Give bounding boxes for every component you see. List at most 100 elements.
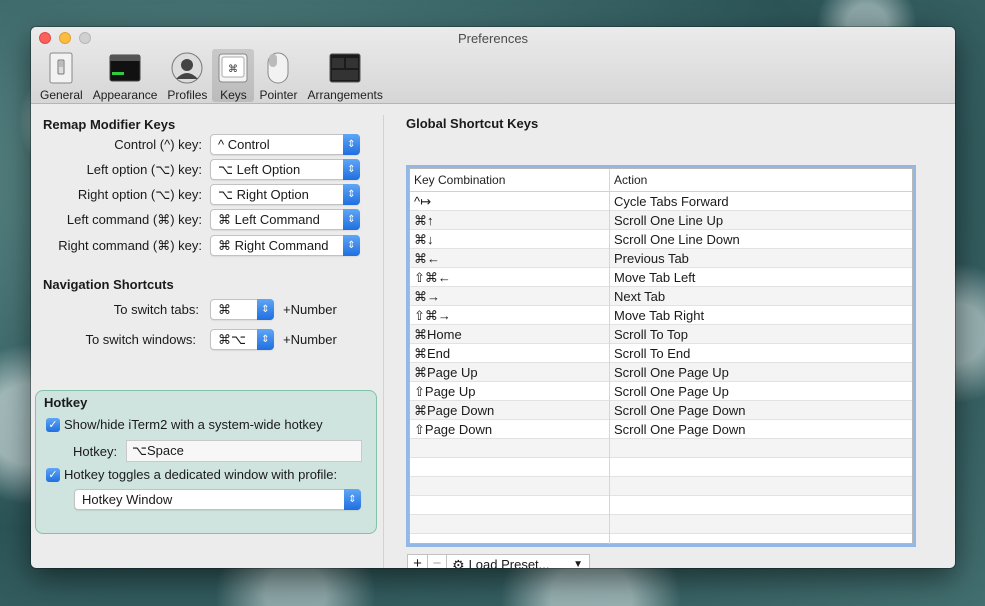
hotkey-group: Hotkey ✓ Show/hide iTerm2 with a system-…	[35, 390, 377, 534]
key-combination-cell: ⇧Page Down	[410, 420, 610, 439]
table-row[interactable]: ⌘Page Up Scroll One Page Up	[410, 363, 912, 382]
global-shortcuts-title: Global Shortcut Keys	[406, 116, 539, 131]
switch-windows-popup[interactable]: ⌘⌥ ⇕	[210, 329, 274, 350]
table-row[interactable]: ^↦ Cycle Tabs Forward	[410, 192, 912, 211]
switch-windows-suffix: +Number	[283, 332, 337, 347]
remap-section-title: Remap Modifier Keys	[43, 117, 176, 132]
table-row[interactable]: ⌘↑ Scroll One Line Up	[410, 211, 912, 230]
table-row-empty	[410, 477, 912, 496]
tab-profiles[interactable]: Profiles	[162, 49, 212, 102]
control-key-popup[interactable]: ^ Control ⇕	[210, 134, 360, 155]
action-cell: Scroll One Page Up	[614, 365, 729, 380]
hotkey-section-title: Hotkey	[44, 395, 88, 410]
chevron-updown-icon: ⇕	[343, 235, 360, 256]
action-cell: Cycle Tabs Forward	[614, 194, 729, 209]
table-row-empty	[410, 496, 912, 515]
left-command-key-popup[interactable]: ⌘ Left Command ⇕	[210, 209, 360, 230]
right-command-key-value: ⌘ Right Command	[218, 238, 329, 253]
chevron-updown-icon: ⇕	[343, 159, 360, 180]
action-cell: Scroll To End	[614, 346, 691, 361]
key-combination-cell: ⇧⌘←	[410, 268, 610, 287]
switch-tabs-label: To switch tabs:	[113, 302, 199, 317]
global-shortcuts-table[interactable]: Key Combination Action ^↦ Cycle Tabs Forw…	[406, 165, 916, 547]
key-combination-cell: ⌘End	[410, 344, 610, 363]
tab-keys[interactable]: ⌘ Keys	[212, 49, 255, 102]
dedicated-window-label: Hotkey toggles a dedicated window with p…	[64, 467, 338, 482]
chevron-updown-icon: ⇕	[343, 184, 360, 205]
key-combination-cell: ^↦	[410, 192, 610, 211]
right-option-key-popup[interactable]: ⌥ Right Option ⇕	[210, 184, 360, 205]
right-command-key-popup[interactable]: ⌘ Right Command ⇕	[210, 235, 360, 256]
remove-shortcut-button[interactable]: −	[427, 554, 447, 568]
left-command-key-value: ⌘ Left Command	[218, 212, 320, 227]
hotkey-recorder-field[interactable]: ⌥Space	[126, 440, 362, 462]
table-row[interactable]: ⌘← Previous Tab	[410, 249, 912, 268]
table-row[interactable]: ⌘Page Down Scroll One Page Down	[410, 401, 912, 420]
tab-arrangements-label: Arrangements	[307, 88, 383, 102]
tab-appearance[interactable]: Appearance	[88, 49, 163, 102]
action-cell	[610, 496, 912, 515]
hotkey-profile-popup[interactable]: Hotkey Window ⇕	[74, 489, 361, 510]
column-header-key-combination[interactable]: Key Combination	[410, 169, 610, 192]
switch-icon	[45, 52, 77, 84]
show-hide-checkbox[interactable]: ✓	[46, 418, 60, 432]
tab-keys-label: Keys	[220, 88, 247, 102]
load-preset-label: Load Preset...	[468, 556, 550, 569]
column-header-action[interactable]: Action	[610, 169, 912, 192]
key-combination-cell: ⌘←	[410, 249, 610, 268]
dedicated-window-checkbox[interactable]: ✓	[46, 468, 60, 482]
left-option-key-popup[interactable]: ⌥ Left Option ⇕	[210, 159, 360, 180]
window-icon	[109, 52, 141, 84]
key-combination-cell	[410, 515, 610, 534]
action-cell: Scroll To Top	[614, 327, 688, 342]
titlebar: Preferences General Appearance Profiles	[31, 27, 955, 104]
chevron-down-icon: ▼	[573, 558, 583, 569]
pane-divider	[383, 115, 384, 568]
table-row[interactable]: ⇧Page Up Scroll One Page Up	[410, 382, 912, 401]
switch-windows-value: ⌘⌥	[218, 332, 246, 347]
key-combination-cell: ⌘→	[410, 287, 610, 306]
control-key-value: ^ Control	[218, 137, 270, 152]
tab-profiles-label: Profiles	[167, 88, 208, 102]
gear-icon: ⚙	[452, 556, 465, 569]
hotkey-field-label: Hotkey:	[73, 444, 118, 459]
key-combination-cell	[410, 458, 610, 477]
tab-arrangements[interactable]: Arrangements	[302, 49, 387, 102]
key-combination-cell	[410, 439, 610, 458]
action-cell	[610, 477, 912, 496]
chevron-updown-icon: ⇕	[257, 329, 274, 350]
add-shortcut-button[interactable]: +	[407, 554, 428, 568]
switch-tabs-popup[interactable]: ⌘ ⇕	[210, 299, 274, 320]
tab-general[interactable]: General	[35, 49, 88, 102]
action-cell: Next Tab	[614, 289, 666, 304]
switch-tabs-suffix: +Number	[283, 302, 337, 317]
right-option-key-value: ⌥ Right Option	[218, 187, 309, 202]
key-combination-cell	[410, 477, 610, 496]
key-combination-cell: ⌘↓	[410, 230, 610, 249]
table-row[interactable]: ⌘→ Next Tab	[410, 287, 912, 306]
svg-text:⌘: ⌘	[228, 64, 238, 75]
table-row[interactable]: ⇧⌘← Move Tab Left	[410, 268, 912, 287]
key-combination-cell: ⌘Page Up	[410, 363, 610, 382]
table-row[interactable]: ⌘Home Scroll To Top	[410, 325, 912, 344]
left-option-key-label: Left option (⌥) key:	[86, 162, 202, 177]
window-title: Preferences	[457, 31, 529, 46]
show-hide-label: Show/hide iTerm2 with a system-wide hotk…	[64, 417, 323, 432]
key-combination-cell: ⌘Home	[410, 325, 610, 344]
table-row[interactable]: ⌘End Scroll To End	[410, 344, 912, 363]
control-key-label: Control (^) key:	[114, 137, 202, 152]
tab-pointer-label: Pointer	[259, 88, 298, 102]
key-combination-cell	[410, 496, 610, 515]
table-row[interactable]: ⇧Page Down Scroll One Page Down	[410, 420, 912, 439]
table-row[interactable]: ⌘↓ Scroll One Line Down	[410, 230, 912, 249]
chevron-updown-icon: ⇕	[343, 209, 360, 230]
switch-windows-label: To switch windows:	[85, 332, 196, 347]
load-preset-popup[interactable]: ⚙ Load Preset... ▼	[446, 554, 590, 568]
preferences-window: Preferences General Appearance Profiles	[31, 27, 955, 568]
table-row[interactable]: ⇧⌘→ Move Tab Right	[410, 306, 912, 325]
left-option-key-value: ⌥ Left Option	[218, 162, 301, 177]
action-cell	[610, 515, 912, 534]
tab-pointer[interactable]: Pointer	[254, 49, 302, 102]
action-cell: Scroll One Page Down	[614, 403, 746, 418]
action-cell: Scroll One Page Down	[614, 422, 746, 437]
